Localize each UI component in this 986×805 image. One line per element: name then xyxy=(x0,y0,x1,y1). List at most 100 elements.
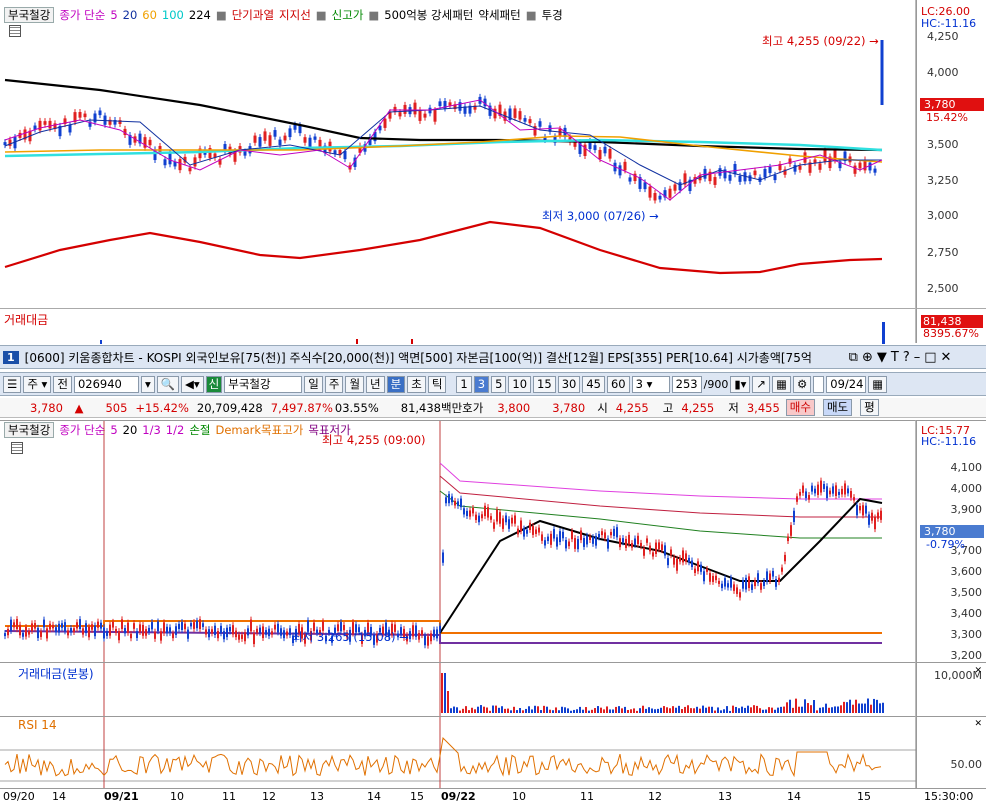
period-select[interactable]: 주 ▾ xyxy=(23,375,52,393)
candle xyxy=(67,630,69,636)
sell-button[interactable]: 매도 xyxy=(822,399,853,416)
bottom-price-panel[interactable]: 부국철강 종가 단순 5 20 1/3 1/2 손절 Demark목표고가 목표… xyxy=(0,420,916,663)
interval-1[interactable]: 1 xyxy=(456,375,472,393)
open-label: 시 xyxy=(597,400,608,415)
candle xyxy=(643,548,645,556)
volume-bar xyxy=(501,706,503,713)
window-controls[interactable]: ⧉⊕▼T?–□✕ xyxy=(849,350,956,365)
interval-30[interactable]: 30 xyxy=(557,375,581,393)
tick: 3,400 xyxy=(950,607,983,620)
candle xyxy=(37,627,39,639)
candle xyxy=(127,622,129,633)
candle xyxy=(706,568,708,572)
interval-45[interactable]: 45 xyxy=(582,375,605,393)
candle xyxy=(523,118,527,122)
menu-icon[interactable]: ☰ xyxy=(3,375,22,393)
candle xyxy=(738,175,742,182)
volume-bar xyxy=(705,707,707,713)
candle xyxy=(97,621,99,628)
draw-icon[interactable]: ↗ xyxy=(752,375,771,393)
period-minute[interactable]: 분 xyxy=(386,375,406,393)
chart-type-icon[interactable]: ▮▾ xyxy=(730,375,751,393)
close-panel-icon[interactable]: ✕ xyxy=(974,666,982,676)
count-input[interactable]: 253 xyxy=(671,375,702,393)
close-panel-icon[interactable]: ✕ xyxy=(974,719,982,729)
candle xyxy=(798,165,802,170)
buy-button[interactable]: 매수 xyxy=(785,399,815,416)
interval-15[interactable]: 15 xyxy=(533,375,556,393)
period-week[interactable]: 주 xyxy=(324,375,344,393)
candle xyxy=(454,500,456,506)
candle xyxy=(298,125,302,134)
date-checkbox[interactable] xyxy=(813,375,825,393)
volume-bar xyxy=(594,708,596,713)
interval-input[interactable]: 3 ▾ xyxy=(631,375,670,393)
period-month[interactable]: 월 xyxy=(345,375,365,393)
volume-bar xyxy=(825,703,827,713)
volume-bar xyxy=(759,708,761,713)
tick: 3,500 xyxy=(950,586,983,599)
candle xyxy=(136,631,138,639)
prev-button[interactable]: 전 xyxy=(53,375,72,393)
interval-3[interactable]: 3 xyxy=(473,375,490,393)
volume-bar xyxy=(762,709,764,713)
volume-bar xyxy=(681,709,683,713)
candle xyxy=(682,550,684,563)
candle xyxy=(238,634,240,640)
candle xyxy=(873,168,877,173)
volume-bar xyxy=(450,708,452,713)
candle xyxy=(115,628,117,633)
period-second[interactable]: 초 xyxy=(407,375,426,393)
candle xyxy=(448,494,450,504)
volume-bar xyxy=(684,706,686,713)
candle xyxy=(880,510,882,520)
calendar-icon[interactable]: ▦ xyxy=(868,375,888,393)
tick: 4,250 xyxy=(927,30,959,43)
interval-5[interactable]: 5 xyxy=(491,375,507,393)
candle xyxy=(427,636,429,646)
candle xyxy=(556,537,558,547)
candle xyxy=(398,112,402,117)
date-input[interactable]: 09/24 xyxy=(826,375,867,393)
period-tick[interactable]: 틱 xyxy=(427,375,447,393)
candle xyxy=(133,623,135,629)
stock-name-field[interactable]: 부국철강 xyxy=(224,375,303,393)
rsi-plot xyxy=(0,717,916,789)
candle xyxy=(676,558,678,571)
volume-bar xyxy=(615,706,617,713)
volume-bar xyxy=(447,691,449,713)
volume-bar xyxy=(864,703,866,713)
candle xyxy=(772,570,774,577)
candle xyxy=(858,162,862,169)
candle xyxy=(835,485,837,496)
stock-code-input[interactable]: 026940 xyxy=(73,375,139,393)
table-icon[interactable]: ▦ xyxy=(772,375,791,393)
x-label: 10 xyxy=(170,790,184,803)
tick: 3,500 xyxy=(927,138,959,151)
volume-bar xyxy=(444,673,446,713)
volume-bar xyxy=(606,706,608,713)
close-icon: ✕ xyxy=(940,349,956,365)
candle xyxy=(803,152,807,163)
candle xyxy=(423,113,427,118)
period-year[interactable]: 년 xyxy=(366,375,385,393)
gear-icon[interactable]: ⚙ xyxy=(792,375,812,393)
top-price-panel[interactable]: 부국철강 종가 단순 5 20 60 100 224 ■ 단기과열 지지선 ■ 신고… xyxy=(0,0,916,308)
x-label: 09/22 xyxy=(441,790,476,803)
search-icon[interactable]: 🔍 xyxy=(156,375,180,393)
period-day[interactable]: 일 xyxy=(304,375,323,393)
candle xyxy=(43,619,45,628)
window-title-bar[interactable]: 1 [0600] 키움종합차트 - KOSPI 외국인보유[75(천)] 주식수… xyxy=(0,345,986,369)
candle xyxy=(256,628,258,633)
flat-button[interactable]: 평 xyxy=(860,399,879,416)
minute-volume-bars xyxy=(103,663,884,717)
sound-icon[interactable]: ◀▾ xyxy=(181,375,204,393)
candle xyxy=(529,522,531,530)
candle xyxy=(313,136,317,140)
dropdown-icon[interactable]: ▾ xyxy=(140,375,155,393)
candle xyxy=(694,568,696,573)
candle xyxy=(513,108,517,118)
interval-10[interactable]: 10 xyxy=(508,375,532,393)
top-volume-axis: 81,438 8395.67% xyxy=(916,308,986,343)
interval-60[interactable]: 60 xyxy=(606,375,630,393)
